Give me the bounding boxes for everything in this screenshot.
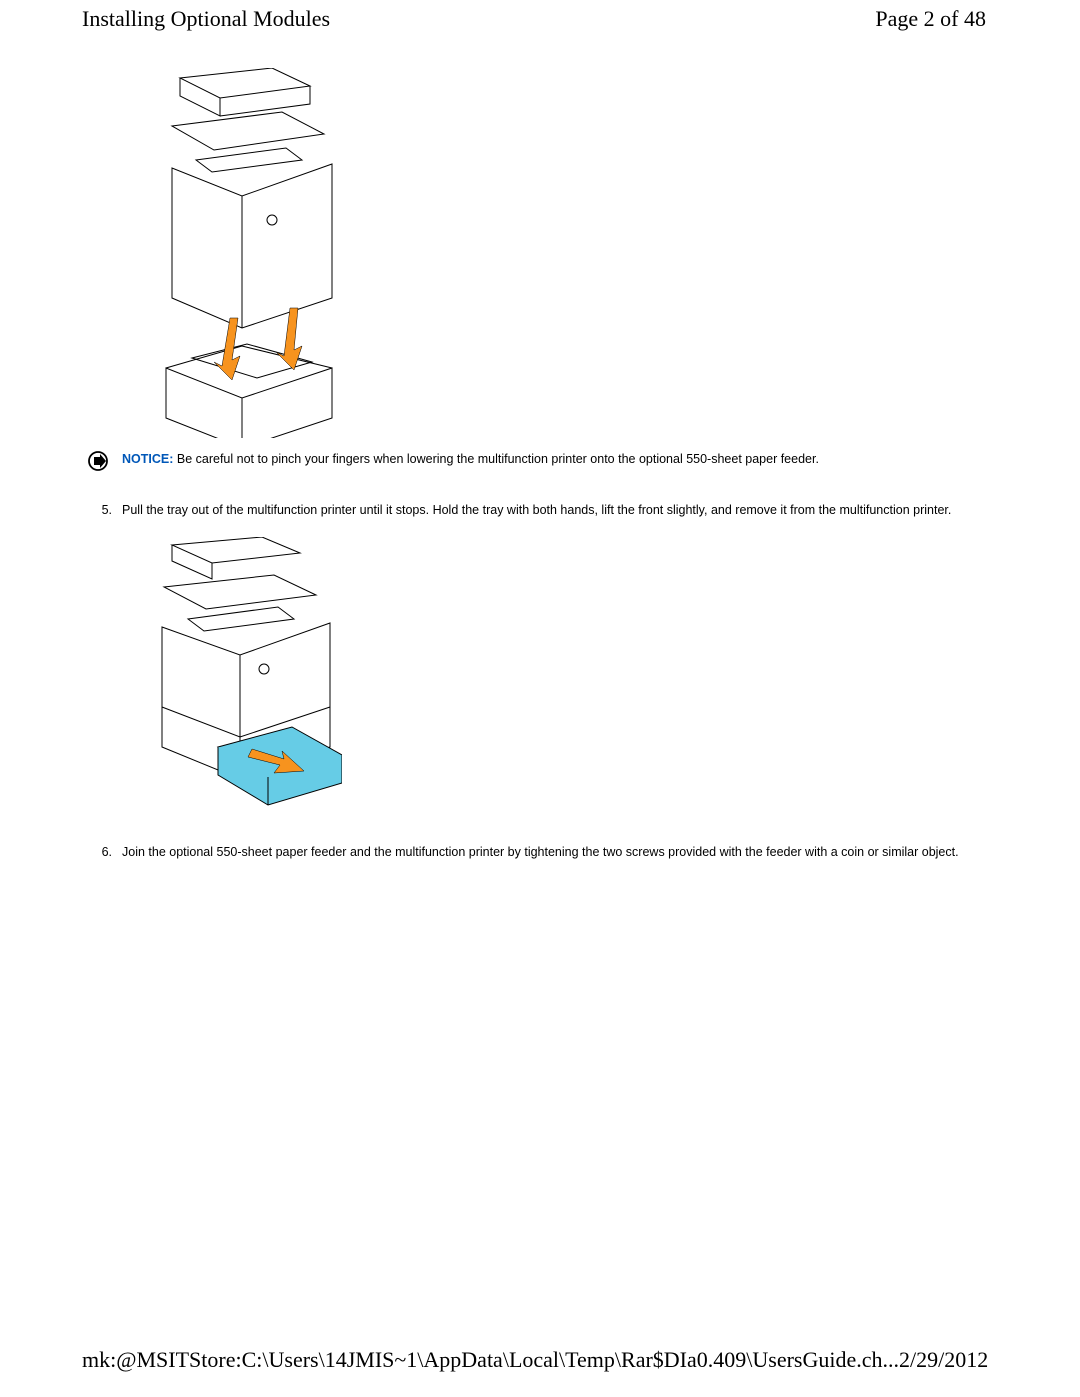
page-number: Page 2 of 48 (875, 6, 986, 32)
document-title: Installing Optional Modules (82, 6, 330, 32)
print-date: 2/29/2012 (899, 1347, 988, 1373)
page-footer: mk:@MSITStore:C:\Users\14JMIS~1\AppData\… (82, 1347, 986, 1373)
figure-installing-feeder (132, 68, 342, 438)
notice-body: Be careful not to pinch your fingers whe… (177, 452, 819, 466)
step-6: 6. Join the optional 550-sheet paper fee… (82, 843, 986, 861)
step-text: Pull the tray out of the multifunction p… (122, 501, 986, 519)
source-path: mk:@MSITStore:C:\Users\14JMIS~1\AppData\… (82, 1347, 899, 1373)
step-number: 6. (82, 843, 112, 861)
figure-remove-tray (132, 537, 342, 817)
notice-row: NOTICE: Be careful not to pinch your fin… (88, 450, 986, 471)
page-content: NOTICE: Be careful not to pinch your fin… (82, 60, 986, 861)
step-5: 5. Pull the tray out of the multifunctio… (82, 501, 986, 519)
notice-arrow-icon (88, 451, 108, 471)
document-page: Installing Optional Modules Page 2 of 48 (0, 0, 1080, 1397)
page-header: Installing Optional Modules Page 2 of 48 (82, 6, 986, 32)
step-number: 5. (82, 501, 112, 519)
printer-on-feeder-illustration (132, 68, 342, 438)
notice-text: NOTICE: Be careful not to pinch your fin… (122, 450, 819, 468)
printer-remove-tray-illustration (132, 537, 342, 817)
step-text: Join the optional 550-sheet paper feeder… (122, 843, 986, 861)
notice-label: NOTICE: (122, 452, 173, 466)
